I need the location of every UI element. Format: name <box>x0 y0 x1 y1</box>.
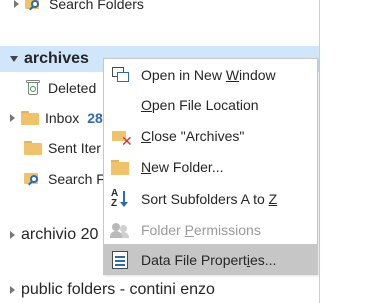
menu-item-label: New Folder... <box>141 158 224 175</box>
menu-item-folder-permissions: Folder Permissions <box>104 214 317 245</box>
folder-row-search-folders[interactable]: Search F <box>24 168 105 190</box>
folder-row-search-folders-top[interactable]: Search Folders <box>14 0 144 15</box>
mailbox-label-archives: archives <box>24 50 89 67</box>
folder-label: Sent Iter <box>48 140 101 156</box>
search-folder-icon <box>24 171 42 187</box>
mailbox-label-archivio: archivio 20 <box>21 226 99 243</box>
menu-item-data-file-properties[interactable]: Data File Properties... <box>104 244 317 275</box>
folder-label: Search Folders <box>49 0 144 12</box>
collapse-arrow-icon[interactable] <box>10 56 18 62</box>
folder-row-archives[interactable]: archives <box>10 48 89 70</box>
menu-item-label: Folder Permissions <box>141 221 261 238</box>
permissions-icon <box>110 220 130 240</box>
open-new-window-icon <box>110 65 130 85</box>
folder-label: Search F <box>48 171 105 187</box>
deleted-items-icon <box>26 80 40 96</box>
menu-item-label: Sort Subfolders A to Z <box>141 190 278 207</box>
menu-item-label: Data File Properties... <box>141 251 277 268</box>
menu-item-close-archives[interactable]: ✕ Close "Archives" <box>104 120 317 151</box>
search-folder-icon <box>25 0 43 12</box>
menu-item-new-folder[interactable]: New Folder... <box>104 151 317 182</box>
expand-arrow-icon[interactable] <box>14 0 19 8</box>
menu-item-open-file-location[interactable]: Open File Location <box>104 89 317 120</box>
folder-row-archivio[interactable]: archivio 20 <box>10 224 98 246</box>
pane-divider <box>319 0 320 303</box>
folder-row-inbox[interactable]: Inbox 28 <box>10 107 103 129</box>
expand-arrow-icon[interactable] <box>10 114 15 122</box>
unread-count-badge: 28 <box>87 110 103 126</box>
menu-item-open-in-new-window[interactable]: Open in New Window <box>104 59 317 90</box>
folder-icon <box>24 141 42 155</box>
data-file-properties-icon <box>110 250 130 270</box>
context-menu: Open in New Window Open File Location ✕ … <box>103 58 318 275</box>
folder-label: Inbox <box>45 110 80 126</box>
menu-item-label: Open in New Window <box>141 66 276 83</box>
menu-item-label: Close "Archives" <box>141 127 245 144</box>
folder-row-sent-items[interactable]: Sent Iter <box>24 137 101 159</box>
close-folder-icon: ✕ <box>110 126 133 148</box>
mailbox-label-public-folders: public folders - contini enzo <box>21 281 215 298</box>
expand-arrow-icon[interactable] <box>10 231 15 239</box>
new-folder-icon <box>110 157 130 177</box>
outlook-folder-pane: Search Folders archives Deleted Inbox 28… <box>0 0 386 303</box>
menu-item-label: Open File Location <box>141 96 259 113</box>
folder-row-deleted[interactable]: Deleted <box>24 77 96 99</box>
menu-item-sort-subfolders[interactable]: AZ Sort Subfolders A to Z <box>104 183 317 214</box>
folder-icon <box>21 111 39 125</box>
sort-az-icon: AZ <box>110 189 130 209</box>
folder-label: Deleted <box>48 80 97 96</box>
expand-arrow-icon[interactable] <box>10 286 15 294</box>
folder-row-public-folders[interactable]: public folders - contini enzo <box>10 279 215 301</box>
